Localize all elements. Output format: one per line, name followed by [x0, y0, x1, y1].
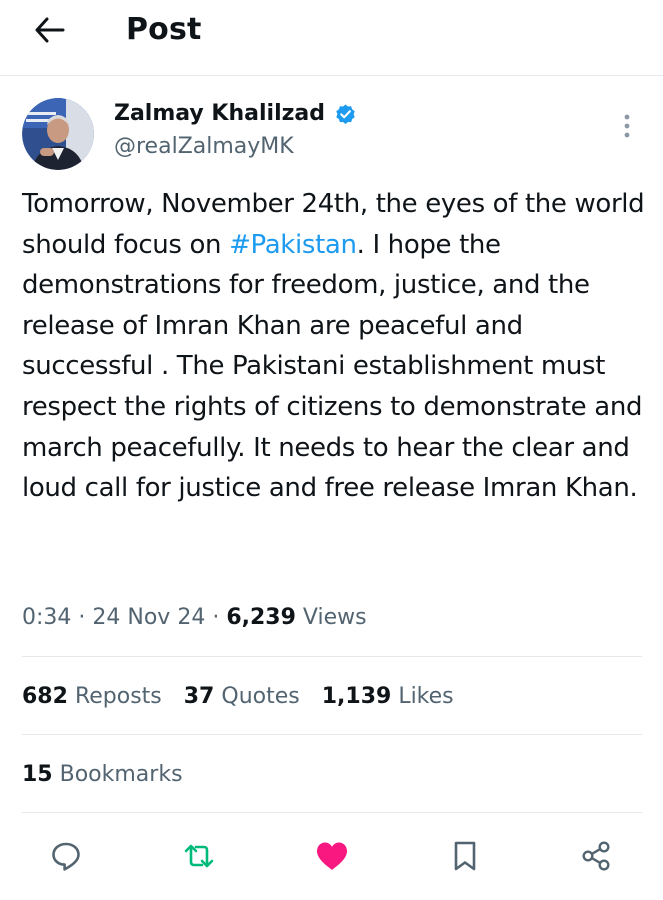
author-handle[interactable]: @realZalmayMK	[114, 132, 294, 162]
reposts-stat[interactable]: 682 Reposts	[22, 680, 162, 714]
hashtag-link[interactable]: #Pakistan	[229, 230, 357, 260]
divider	[22, 734, 642, 735]
engagement-stats: 682 Reposts 37 Quotes 1,139 Likes	[22, 680, 454, 714]
verified-badge-icon	[336, 103, 355, 124]
divider	[22, 656, 642, 657]
page-title: Post	[126, 12, 202, 47]
avatar[interactable]	[22, 98, 94, 170]
profile-photo	[22, 98, 94, 170]
likes-label: Likes	[398, 684, 454, 709]
likes-count: 1,139	[321, 684, 392, 709]
reply-button[interactable]	[46, 836, 86, 876]
share-button[interactable]	[576, 836, 616, 876]
meta-separator: ·	[78, 605, 86, 630]
bookmarks-stat[interactable]: 15 Bookmarks	[22, 758, 183, 792]
reposts-label: Reposts	[74, 684, 162, 709]
reply-icon	[52, 842, 80, 871]
likes-stat[interactable]: 1,139 Likes	[322, 680, 454, 714]
top-bar: Post	[0, 0, 663, 76]
quotes-count: 37	[183, 684, 215, 709]
quotes-stat[interactable]: 37 Quotes	[184, 680, 300, 714]
bookmark-button[interactable]	[445, 836, 485, 876]
like-icon-filled	[317, 842, 347, 870]
more-options-button[interactable]	[612, 108, 642, 144]
arrow-left-icon	[35, 17, 65, 43]
share-icon	[582, 841, 610, 871]
quotes-label: Quotes	[221, 684, 300, 709]
meta-separator: ·	[212, 605, 220, 630]
repost-icon	[184, 844, 214, 868]
views-count: 6,239	[226, 605, 296, 630]
author-name-text: Zalmay Khalilzad	[114, 101, 326, 126]
back-button[interactable]	[26, 10, 74, 50]
repost-button[interactable]	[179, 836, 219, 876]
post-text-part: . I hope the demonstrations for freedom,…	[22, 229, 643, 504]
post-meta: 0:34 · 24 Nov 24 · 6,239 Views	[22, 600, 367, 636]
post-date[interactable]: 24 Nov 24	[92, 605, 205, 630]
more-vertical-icon	[624, 114, 630, 138]
views-label: Views	[302, 605, 367, 630]
like-button[interactable]	[312, 836, 352, 876]
author-name[interactable]: Zalmay Khalilzad	[114, 99, 357, 129]
divider	[22, 812, 642, 813]
bookmarks-count: 15	[22, 762, 53, 787]
bookmarks-label: Bookmarks	[59, 762, 183, 787]
reposts-count: 682	[22, 684, 68, 709]
bookmark-icon	[454, 841, 476, 871]
post-time[interactable]: 0:34	[22, 605, 71, 630]
post-text: Tomorrow, November 24th, the eyes of the…	[22, 184, 647, 509]
